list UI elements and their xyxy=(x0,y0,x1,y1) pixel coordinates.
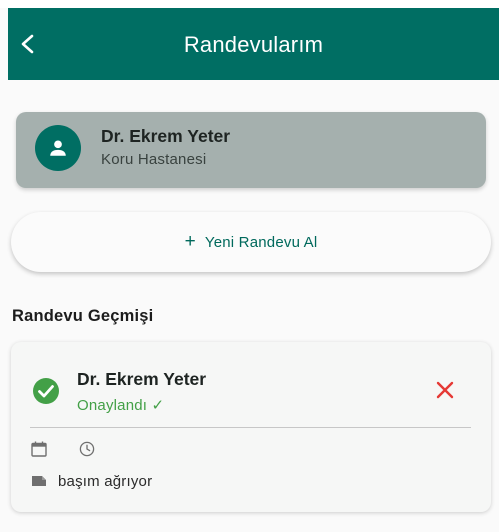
page-title: Randevularım xyxy=(183,32,324,57)
status-badge: Onaylandı ✓ xyxy=(77,397,165,414)
doctor-card[interactable]: Dr. Ekrem Yeter Koru Hastanesi xyxy=(16,112,486,188)
person-icon xyxy=(50,140,66,156)
new-appointment-button[interactable]: + Yeni Randevu Al xyxy=(11,212,491,272)
app-bar: Randevularım xyxy=(8,8,499,80)
cancel-appointment-button[interactable] xyxy=(431,376,459,404)
status-bar-area xyxy=(0,0,499,8)
note-icon xyxy=(32,476,46,486)
avatar xyxy=(35,125,81,171)
history-doctor-name: Dr. Ekrem Yeter xyxy=(77,369,207,389)
close-icon xyxy=(436,381,454,399)
history-section-title: Randevu Geçmişi xyxy=(12,307,154,325)
check-circle-icon xyxy=(33,378,59,404)
appointment-history-card[interactable]: Dr. Ekrem Yeter Onaylandı ✓ başım ağrıyo… xyxy=(11,342,491,512)
appointments-screen: Randevularım Dr. Ekrem Yeter Koru Hastan… xyxy=(0,0,499,532)
new-appointment-label: Yeni Randevu Al xyxy=(204,233,318,251)
hospital-name: Koru Hastanesi xyxy=(101,151,207,168)
clock-icon xyxy=(79,441,95,457)
plus-icon: + xyxy=(184,230,196,252)
doctor-name: Dr. Ekrem Yeter xyxy=(101,126,231,146)
divider xyxy=(30,427,471,428)
appointment-note: başım ağrıyor xyxy=(58,473,153,490)
calendar-icon xyxy=(31,441,47,457)
